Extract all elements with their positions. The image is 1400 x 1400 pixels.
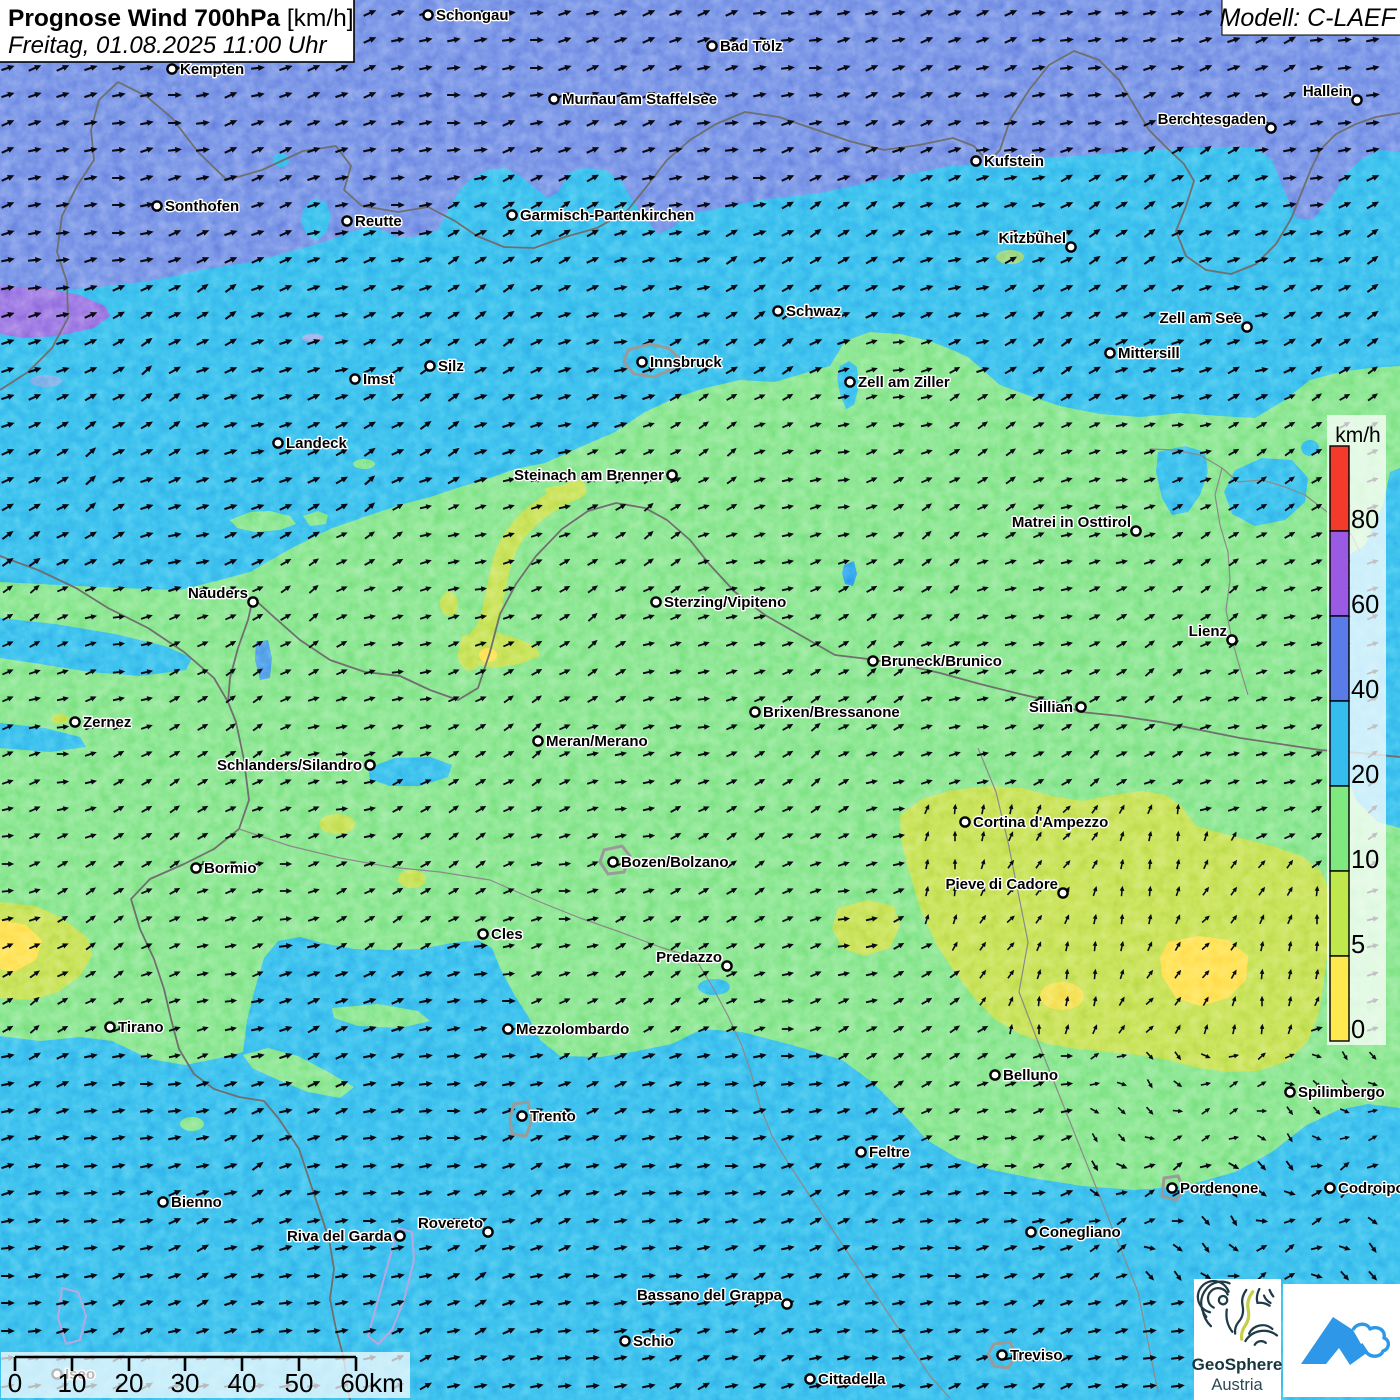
- svg-text:Pordenone: Pordenone: [1180, 1180, 1258, 1197]
- svg-text:Imst: Imst: [363, 371, 394, 388]
- svg-text:40: 40: [228, 1368, 257, 1398]
- svg-text:Spilimbergo: Spilimbergo: [1298, 1084, 1385, 1101]
- svg-text:Schwaz: Schwaz: [786, 303, 841, 320]
- svg-text:Pieve di Cadore: Pieve di Cadore: [945, 876, 1058, 893]
- svg-text:Bad Tölz: Bad Tölz: [720, 38, 783, 55]
- svg-text:Mittersill: Mittersill: [1118, 345, 1180, 362]
- svg-text:Nauders: Nauders: [188, 585, 248, 602]
- svg-text:GeoSphere: GeoSphere: [1192, 1355, 1283, 1374]
- svg-text:Bruneck/Brunico: Bruneck/Brunico: [881, 653, 1002, 670]
- svg-text:Brixen/Bressanone: Brixen/Bressanone: [763, 704, 900, 721]
- svg-text:Innsbruck: Innsbruck: [650, 354, 722, 371]
- svg-text:Prognose Wind 700hPa [km/h]: Prognose Wind 700hPa [km/h]: [8, 5, 354, 32]
- svg-text:Meran/Merano: Meran/Merano: [546, 733, 648, 750]
- svg-text:Sillian: Sillian: [1029, 699, 1073, 716]
- svg-text:Codroipo: Codroipo: [1338, 1180, 1400, 1197]
- svg-text:Sonthofen: Sonthofen: [165, 198, 239, 215]
- svg-text:20: 20: [1351, 761, 1379, 789]
- svg-text:Berchtesgaden: Berchtesgaden: [1158, 111, 1266, 128]
- svg-text:Treviso: Treviso: [1010, 1347, 1063, 1364]
- svg-text:Tirano: Tirano: [118, 1019, 164, 1036]
- svg-text:Conegliano: Conegliano: [1039, 1224, 1121, 1241]
- svg-text:10: 10: [58, 1368, 87, 1398]
- svg-text:30: 30: [171, 1368, 200, 1398]
- svg-text:Garmisch-Partenkirchen: Garmisch-Partenkirchen: [520, 207, 694, 224]
- svg-text:Freitag, 01.08.2025 11:00 Uhr: Freitag, 01.08.2025 11:00 Uhr: [8, 32, 327, 59]
- svg-text:km/h: km/h: [1335, 424, 1381, 447]
- svg-text:Zell am Ziller: Zell am Ziller: [858, 374, 950, 391]
- svg-text:Zell am See: Zell am See: [1159, 310, 1242, 327]
- svg-text:5: 5: [1351, 931, 1365, 959]
- svg-text:Sterzing/Vipiteno: Sterzing/Vipiteno: [664, 594, 786, 611]
- svg-text:Kitzbühel: Kitzbühel: [999, 230, 1067, 247]
- svg-text:Hallein: Hallein: [1303, 83, 1352, 100]
- svg-text:60: 60: [1351, 591, 1379, 619]
- svg-text:80: 80: [1351, 506, 1379, 534]
- svg-text:Silz: Silz: [438, 358, 464, 375]
- svg-text:Cortina d'Ampezzo: Cortina d'Ampezzo: [973, 814, 1108, 831]
- svg-text:60km: 60km: [340, 1368, 404, 1398]
- svg-text:50: 50: [285, 1368, 314, 1398]
- svg-text:Bienno: Bienno: [171, 1194, 222, 1211]
- svg-text:20: 20: [115, 1368, 144, 1398]
- svg-text:Reutte: Reutte: [355, 213, 402, 230]
- svg-text:Austria: Austria: [1211, 1376, 1263, 1394]
- svg-text:Cittadella: Cittadella: [818, 1371, 886, 1388]
- svg-text:Cles: Cles: [491, 926, 523, 943]
- svg-text:Rovereto: Rovereto: [418, 1215, 483, 1232]
- svg-text:Landeck: Landeck: [286, 435, 348, 452]
- svg-text:40: 40: [1351, 676, 1379, 704]
- svg-text:Bassano del Grappa: Bassano del Grappa: [637, 1287, 783, 1304]
- svg-text:Bormio: Bormio: [204, 860, 257, 877]
- svg-text:Schlanders/Silandro: Schlanders/Silandro: [217, 757, 362, 774]
- svg-text:Feltre: Feltre: [869, 1144, 910, 1161]
- svg-text:Lienz: Lienz: [1189, 623, 1227, 640]
- svg-text:0: 0: [8, 1368, 22, 1398]
- svg-text:Trento: Trento: [530, 1108, 576, 1125]
- svg-text:Steinach am Brenner: Steinach am Brenner: [514, 467, 664, 484]
- svg-text:Kufstein: Kufstein: [984, 153, 1044, 170]
- svg-text:Modell: C-LAEF: Modell: C-LAEF: [1220, 4, 1398, 32]
- svg-text:Belluno: Belluno: [1003, 1067, 1058, 1084]
- svg-text:Mezzolombardo: Mezzolombardo: [516, 1021, 629, 1038]
- svg-text:0: 0: [1351, 1016, 1365, 1044]
- svg-text:Schongau: Schongau: [436, 7, 509, 24]
- svg-text:Matrei in Osttirol: Matrei in Osttirol: [1012, 514, 1131, 531]
- svg-text:Kempten: Kempten: [180, 61, 244, 78]
- svg-text:Riva del Garda: Riva del Garda: [287, 1228, 393, 1245]
- svg-text:Murnau am Staffelsee: Murnau am Staffelsee: [562, 91, 717, 108]
- svg-text:Bozen/Bolzano: Bozen/Bolzano: [621, 854, 729, 871]
- svg-text:Predazzo: Predazzo: [656, 949, 722, 966]
- svg-text:10: 10: [1351, 846, 1379, 874]
- svg-text:Schio: Schio: [633, 1333, 674, 1350]
- svg-text:Zernez: Zernez: [83, 714, 131, 731]
